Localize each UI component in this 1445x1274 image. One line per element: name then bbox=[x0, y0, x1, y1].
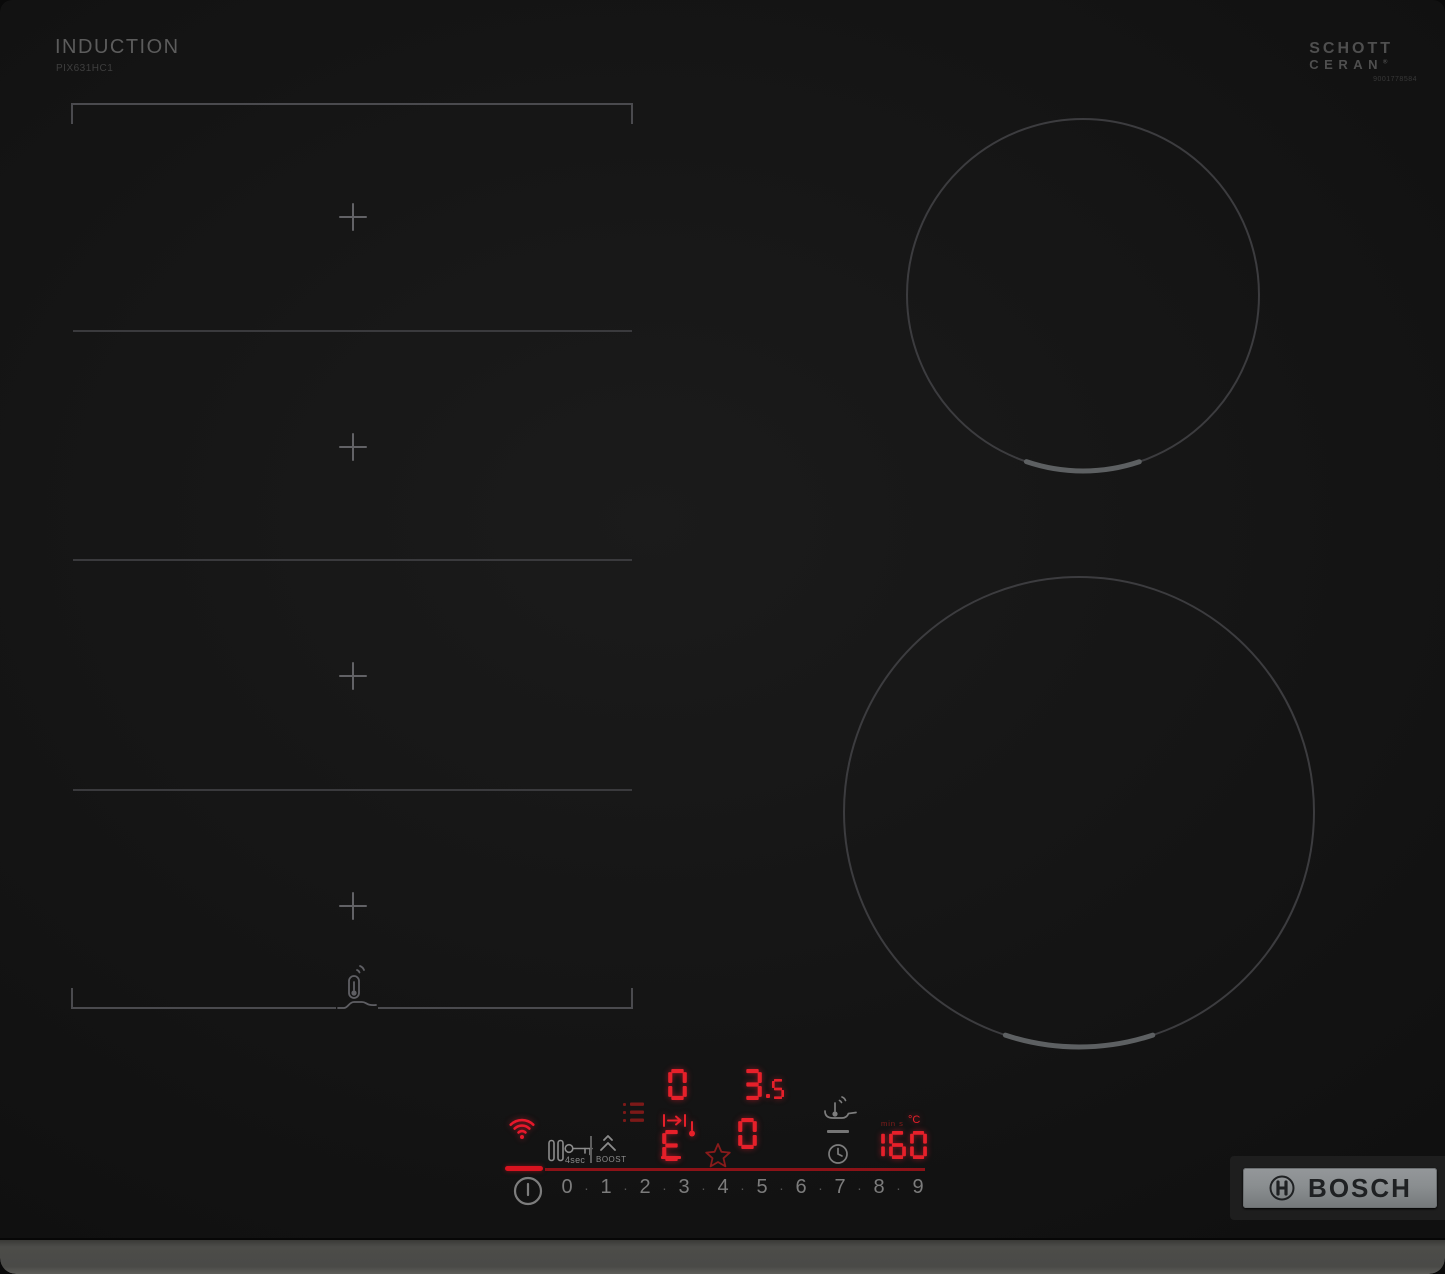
power-button[interactable] bbox=[511, 1174, 545, 1208]
thermometer-icon bbox=[689, 1121, 695, 1137]
display-timer-value bbox=[868, 1131, 927, 1159]
front-trim-strip bbox=[0, 1238, 1445, 1274]
scale-dot: · bbox=[584, 1179, 589, 1196]
level-key-7[interactable]: 7 bbox=[829, 1176, 851, 1199]
induction-hob: INDUCTION PIX631HC1 SCHOTT CERAN® 900177… bbox=[0, 0, 1445, 1274]
registered-mark: ® bbox=[1383, 60, 1393, 67]
power-slider[interactable] bbox=[505, 1165, 925, 1173]
timer-temp-unit: °C bbox=[908, 1114, 921, 1126]
wifi-icon[interactable] bbox=[504, 1110, 540, 1142]
scale-dot: · bbox=[818, 1179, 823, 1196]
bosch-logo-plaque: BOSCH bbox=[1243, 1168, 1437, 1208]
scale-dot: · bbox=[896, 1179, 901, 1196]
scale-dot: · bbox=[779, 1179, 784, 1196]
pan-move-icon bbox=[663, 1114, 686, 1127]
scale-dot: · bbox=[623, 1179, 628, 1196]
sensor-divider-line bbox=[827, 1130, 849, 1133]
pause-icon[interactable] bbox=[548, 1139, 564, 1162]
control-divider bbox=[590, 1136, 592, 1163]
schott-ceran-logo: SCHOTT CERAN® bbox=[1309, 40, 1393, 73]
boost-icon[interactable] bbox=[598, 1135, 618, 1151]
timer-minsec-unit: min s bbox=[881, 1119, 904, 1128]
level-key-9[interactable]: 9 bbox=[907, 1176, 929, 1199]
level-key-3[interactable]: 3 bbox=[673, 1176, 695, 1199]
level-key-8[interactable]: 8 bbox=[868, 1176, 890, 1199]
level-key-4[interactable]: 4 bbox=[712, 1176, 734, 1199]
level-key-2[interactable]: 2 bbox=[634, 1176, 656, 1199]
boost-label: BOOST bbox=[596, 1155, 627, 1164]
display-front-left-level bbox=[738, 1118, 757, 1149]
display-power-level-decimal bbox=[772, 1079, 784, 1099]
frying-sensor-icon[interactable] bbox=[822, 1094, 858, 1124]
display-rear-left-level bbox=[668, 1069, 687, 1100]
schott-logo-line2: CERAN® bbox=[1309, 57, 1393, 73]
level-key-5[interactable]: 5 bbox=[751, 1176, 773, 1199]
schott-logo-line1: SCHOTT bbox=[1309, 40, 1393, 57]
scale-dot: · bbox=[857, 1179, 862, 1196]
scale-dot: · bbox=[740, 1179, 745, 1196]
display-power-level bbox=[743, 1069, 762, 1100]
bosch-logo-text: BOSCH bbox=[1308, 1172, 1412, 1203]
status-underline bbox=[661, 1156, 681, 1159]
product-title: INDUCTION bbox=[55, 36, 180, 58]
timer-clock-icon[interactable] bbox=[826, 1142, 850, 1166]
display-decimal-point bbox=[766, 1094, 770, 1098]
level-key-6[interactable]: 6 bbox=[790, 1176, 812, 1199]
level-key-0[interactable]: 0 bbox=[556, 1176, 578, 1199]
level-key-1[interactable]: 1 bbox=[595, 1176, 617, 1199]
power-slider-active[interactable] bbox=[505, 1166, 543, 1171]
zone-menu-icon[interactable] bbox=[622, 1099, 646, 1125]
scale-dot: · bbox=[662, 1179, 667, 1196]
bosch-armature-icon bbox=[1269, 1175, 1295, 1201]
model-number: PIX631HC1 bbox=[56, 63, 114, 74]
scale-dot: · bbox=[701, 1179, 706, 1196]
power-slider-track[interactable] bbox=[545, 1168, 925, 1171]
key-hold-label: 4sec bbox=[565, 1155, 586, 1165]
ceramic-glass-surface bbox=[0, 0, 1445, 1240]
glass-serial-number: 9001778584 bbox=[1373, 76, 1417, 83]
power-level-scale[interactable]: 0 · 1 · 2 · 3 · 4 · 5 · 6 · 7 · 8 · 9 bbox=[556, 1176, 936, 1199]
